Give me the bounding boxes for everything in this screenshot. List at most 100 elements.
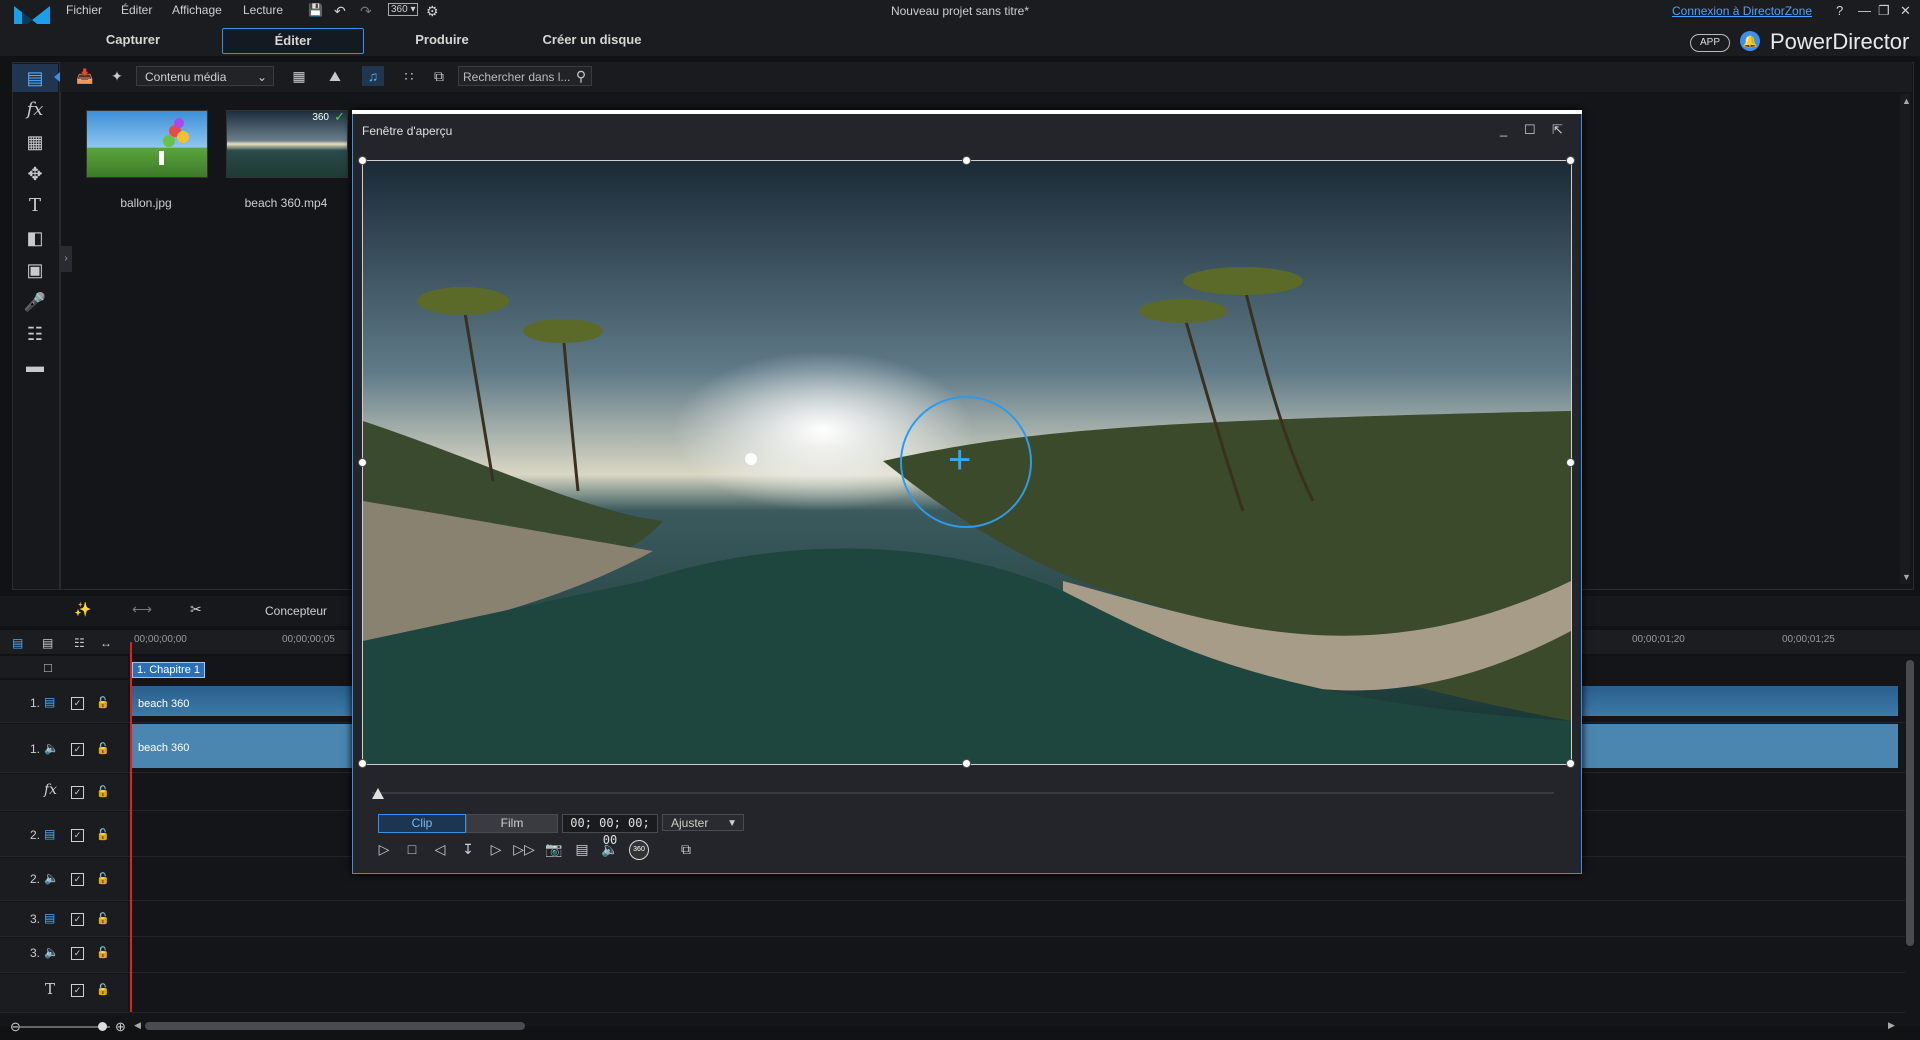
resize-handle[interactable] bbox=[358, 458, 367, 467]
expand-rail-chevron-icon[interactable]: › bbox=[60, 246, 72, 272]
import-media-icon[interactable]: 📥 bbox=[74, 66, 96, 86]
resize-handle[interactable] bbox=[1566, 759, 1575, 768]
stop-icon[interactable]: □ bbox=[401, 839, 423, 859]
filter-video-icon[interactable]: ▦ bbox=[288, 66, 310, 86]
split-clip-icon[interactable]: ↧ bbox=[457, 839, 479, 859]
scroll-right-arrow-icon[interactable]: ▶ bbox=[1888, 1020, 1895, 1031]
volume-icon[interactable]: 🔈 bbox=[599, 839, 621, 859]
track-lock-icon[interactable]: 🔓 bbox=[96, 696, 110, 709]
magic-tools-icon[interactable]: ✨ bbox=[74, 601, 91, 618]
preview-dock-icon[interactable]: ⇱ bbox=[1552, 122, 1563, 138]
chapter-room-icon[interactable]: ☷ bbox=[12, 320, 58, 348]
tab-produire[interactable]: Produire bbox=[410, 28, 474, 52]
track-lock-icon[interactable]: 🔓 bbox=[96, 872, 110, 885]
title-room-icon[interactable]: T bbox=[12, 192, 58, 220]
library-scrollbar[interactable] bbox=[1900, 94, 1910, 584]
track-enable-checkbox[interactable]: ✓ bbox=[71, 697, 84, 710]
track-lock-icon[interactable]: 🔓 bbox=[96, 742, 110, 755]
media-room-icon[interactable]: ▤ bbox=[12, 64, 58, 92]
zoom-in-icon[interactable]: ⊕ bbox=[115, 1019, 126, 1035]
track-manager-icon[interactable]: ☷ bbox=[74, 636, 85, 650]
restore-window-icon[interactable]: ❐ bbox=[1878, 3, 1890, 19]
app-badge[interactable]: APP bbox=[1690, 34, 1730, 52]
scroll-down-arrow-icon[interactable]: ▼ bbox=[1902, 572, 1911, 582]
timeline-vertical-scrollbar[interactable] bbox=[1906, 660, 1914, 946]
media-thumbnail-beach-360[interactable]: 360 ✓ bbox=[226, 109, 348, 178]
chapter-marker[interactable]: 1. Chapitre 1 bbox=[132, 662, 205, 678]
resize-handle[interactable] bbox=[962, 759, 971, 768]
timeline-playhead[interactable] bbox=[130, 642, 132, 1012]
fast-forward-icon[interactable]: ▷▷ bbox=[513, 839, 535, 859]
vr-360-toggle[interactable]: 360 bbox=[629, 840, 649, 860]
directorzone-login-link[interactable]: Connexion à DirectorZone bbox=[1672, 4, 1812, 18]
designer-button[interactable]: Concepteur bbox=[265, 604, 327, 618]
trim-scissors-icon[interactable]: ✂ bbox=[190, 601, 202, 618]
zoom-slider[interactable] bbox=[20, 1026, 110, 1028]
zoom-slider-knob[interactable] bbox=[98, 1022, 107, 1031]
split-icon[interactable]: ⟷ bbox=[132, 601, 152, 618]
timeline-view-icon[interactable]: ▤ bbox=[12, 636, 23, 650]
track-enable-checkbox[interactable]: ✓ bbox=[71, 873, 84, 886]
library-expand-icon[interactable]: ⧉ bbox=[428, 66, 450, 86]
content-type-select[interactable]: Contenu média ⌄ bbox=[136, 66, 274, 86]
video-clip-right[interactable] bbox=[1580, 686, 1898, 716]
minimize-window-icon[interactable]: — bbox=[1858, 3, 1871, 18]
audio-clip-right[interactable] bbox=[1580, 724, 1898, 768]
snapshot-camera-icon[interactable]: 📷 bbox=[543, 839, 565, 859]
preview-scrubber-knob[interactable] bbox=[372, 788, 384, 799]
tab-capturer[interactable]: Capturer bbox=[98, 28, 168, 52]
next-frame-icon[interactable]: ▷ bbox=[485, 839, 507, 859]
scroll-up-arrow-icon[interactable]: ▲ bbox=[1902, 96, 1911, 106]
filter-audio-icon[interactable]: ♫ bbox=[362, 66, 384, 86]
resize-handle[interactable] bbox=[1566, 458, 1575, 467]
preview-scrubber-track[interactable] bbox=[372, 792, 1554, 794]
track-enable-checkbox[interactable]: ✓ bbox=[71, 743, 84, 756]
close-window-icon[interactable]: ✕ bbox=[1900, 3, 1911, 19]
track-lock-icon[interactable]: 🔓 bbox=[96, 785, 110, 798]
subtitle-icon[interactable]: ▤ bbox=[571, 839, 593, 859]
preview-minimize-icon[interactable]: _ bbox=[1500, 122, 1507, 137]
particle-room-icon[interactable]: ✥ bbox=[12, 160, 58, 188]
preview-maximize-icon[interactable]: ☐ bbox=[1524, 122, 1536, 138]
track-enable-checkbox[interactable]: ✓ bbox=[71, 786, 84, 799]
resize-handle[interactable] bbox=[358, 156, 367, 165]
fullscreen-icon[interactable]: ⧉ bbox=[675, 839, 697, 859]
audio-clip-left[interactable]: beach 360 bbox=[132, 724, 352, 768]
grid-view-icon[interactable]: ∷ bbox=[398, 66, 420, 86]
track-lock-icon[interactable]: 🔓 bbox=[96, 828, 110, 841]
resize-handle[interactable] bbox=[358, 759, 367, 768]
subtitle-room-icon[interactable]: ▬ bbox=[12, 352, 58, 380]
track-enable-checkbox[interactable]: ✓ bbox=[71, 829, 84, 842]
pip-room-icon[interactable]: ▦ bbox=[12, 128, 58, 156]
filter-image-icon[interactable]: ⛰ bbox=[324, 66, 346, 86]
timeline-horizontal-scrollbar[interactable] bbox=[145, 1022, 525, 1030]
previous-frame-icon[interactable]: ◁ bbox=[429, 839, 451, 859]
fit-zoom-select[interactable]: Ajuster ▼ bbox=[662, 814, 744, 831]
resize-handle[interactable] bbox=[1566, 156, 1575, 165]
track-enable-checkbox[interactable]: ✓ bbox=[71, 984, 84, 997]
track-enable-checkbox[interactable]: ✓ bbox=[71, 947, 84, 960]
track-lock-icon[interactable]: 🔓 bbox=[96, 912, 110, 925]
tab-creer-un-disque[interactable]: Créer un disque bbox=[540, 28, 644, 52]
audio-mixing-room-icon[interactable]: ▣ bbox=[12, 256, 58, 284]
track-lock-icon[interactable]: 🔓 bbox=[96, 983, 110, 996]
notification-bell-icon[interactable]: 🔔 bbox=[1740, 31, 1760, 51]
video-clip-left[interactable]: beach 360 bbox=[132, 686, 352, 716]
play-icon[interactable]: ▷ bbox=[373, 839, 395, 859]
fx-room-icon[interactable]: fx bbox=[12, 96, 58, 124]
chapter-marker-icon[interactable]: □ bbox=[44, 660, 52, 675]
storyboard-view-icon[interactable]: ▤ bbox=[42, 636, 53, 650]
fit-timeline-icon[interactable]: ↔ bbox=[100, 636, 112, 650]
resize-handle[interactable] bbox=[962, 156, 971, 165]
tab-editer[interactable]: Éditer bbox=[222, 28, 364, 54]
timecode-field[interactable]: 00; 00; 00; 00 bbox=[562, 814, 658, 847]
track-lock-icon[interactable]: 🔓 bbox=[96, 946, 110, 959]
plugin-icon[interactable]: ✦ bbox=[106, 66, 128, 86]
media-thumbnail-ballon[interactable] bbox=[86, 110, 208, 178]
clip-mode-button[interactable]: Clip bbox=[378, 814, 466, 833]
help-icon[interactable]: ? bbox=[1836, 3, 1843, 18]
track-enable-checkbox[interactable]: ✓ bbox=[71, 913, 84, 926]
search-icon[interactable]: ⚲ bbox=[570, 66, 592, 86]
scroll-left-arrow-icon[interactable]: ◀ bbox=[134, 1020, 141, 1031]
voiceover-room-icon[interactable]: 🎤 bbox=[12, 288, 58, 316]
